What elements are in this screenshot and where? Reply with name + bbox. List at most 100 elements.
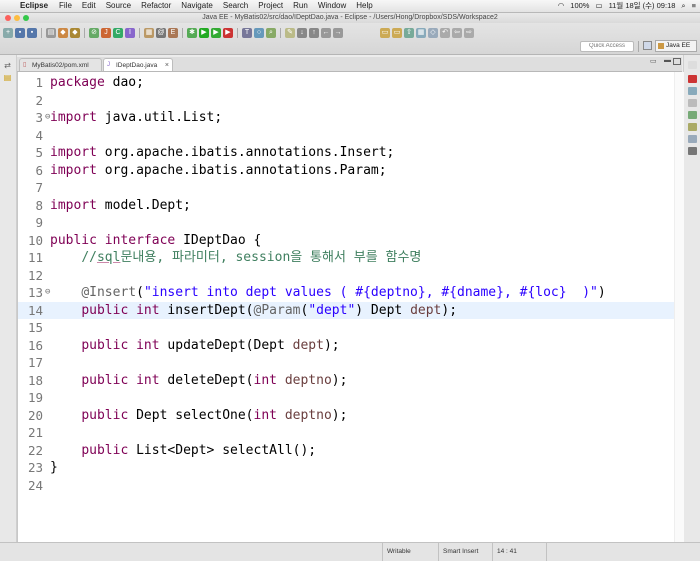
minimize-icon[interactable]: ▬ (664, 57, 671, 64)
snippets-icon[interactable] (688, 135, 697, 143)
server-icon[interactable]: ◆ (58, 27, 68, 38)
code-line[interactable]: 10 public interface IDeptDao { (18, 232, 684, 250)
menu-edit[interactable]: Edit (77, 0, 101, 12)
java-icon[interactable]: J (101, 27, 111, 38)
menu-run[interactable]: Run (288, 0, 313, 12)
code-line[interactable]: 23} (18, 459, 684, 477)
markers-icon[interactable] (688, 87, 697, 95)
quick-access-input[interactable] (580, 41, 634, 52)
maximize-icon[interactable] (673, 58, 681, 65)
code-line[interactable]: 14 public int insertDept(@Param("dept") … (18, 301, 684, 319)
last-edit-icon[interactable]: ↶ (440, 27, 450, 38)
forward-icon[interactable]: → (333, 27, 343, 38)
code-line[interactable]: 8 import model.Dept; (18, 197, 684, 215)
tab-pom-xml[interactable]: ▯ MyBatis02/pom.xml (19, 58, 102, 71)
open-folder-icon[interactable]: ▭ (380, 27, 390, 38)
data-source-icon[interactable] (688, 123, 697, 131)
servers-icon[interactable] (688, 111, 697, 119)
code-line[interactable]: 20 public Dept selectOne(int deptno); (18, 407, 684, 425)
perspective-java-ee-button[interactable]: Java EE (655, 40, 697, 52)
wifi-icon[interactable]: ◠ (558, 0, 565, 12)
overview-ruler[interactable] (674, 72, 684, 542)
code-line[interactable]: 3 ⊖ import java.util.List; (18, 109, 684, 127)
restore-icon[interactable] (688, 61, 697, 69)
interface-icon[interactable]: I (125, 27, 135, 38)
search-icon[interactable]: ⌕ (266, 27, 276, 38)
code-area[interactable]: 1 package dao; 2 3 ⊖ import java.util.List; 4 5… (18, 74, 684, 494)
code-line[interactable]: 6 import org.apache.ibatis.annotations.Pa… (18, 162, 684, 180)
grid-icon[interactable]: ▦ (416, 27, 426, 38)
menu-search[interactable]: Search (218, 0, 253, 12)
class-icon[interactable]: C (113, 27, 123, 38)
menu-refactor[interactable]: Refactor (136, 0, 176, 12)
external-tools-icon[interactable]: ▶ (223, 27, 233, 38)
menu-project[interactable]: Project (253, 0, 288, 12)
code-line[interactable]: 22 public List<Dept> selectAll(); (18, 442, 684, 460)
team-icon[interactable]: ◇ (428, 27, 438, 38)
tab-ideptdao-java[interactable]: J IDeptDao.java × (103, 58, 173, 71)
menu-list-icon[interactable]: ≡ (692, 0, 696, 12)
code-line[interactable]: 5 import org.apache.ibatis.annotations.In… (18, 144, 684, 162)
new-icon[interactable]: + (3, 27, 13, 38)
package-icon[interactable]: ▦ (144, 27, 154, 38)
code-line[interactable]: 4 (18, 127, 684, 145)
code-line[interactable]: 17 (18, 354, 684, 372)
code-line[interactable]: 19 (18, 389, 684, 407)
prev-annotation-icon[interactable]: ↑ (309, 27, 319, 38)
code-line[interactable]: 24 (18, 477, 684, 495)
code-line[interactable]: 13 ⊖ @Insert("insert into dept values ( #… (18, 284, 684, 302)
menu-help[interactable]: Help (351, 0, 377, 12)
code-line[interactable]: 16 public int updateDept(Dept dept); (18, 337, 684, 355)
history-back-icon[interactable]: ⇦ (452, 27, 462, 38)
open-type-icon[interactable]: T (242, 27, 252, 38)
search-icon[interactable]: ⌕ (681, 0, 685, 12)
minimize-window-button[interactable] (14, 15, 20, 21)
console-icon[interactable] (688, 147, 697, 155)
clock[interactable]: 11월 18일 (수) 09:18 (609, 0, 676, 12)
back-icon[interactable]: ← (321, 27, 331, 38)
code-line[interactable]: 12 (18, 267, 684, 285)
open-perspective-icon[interactable] (643, 41, 652, 50)
code-line[interactable]: 18 public int deleteDept(int deptno); (18, 372, 684, 390)
close-window-button[interactable] (5, 15, 11, 21)
restore-icon[interactable]: ⇄ (3, 61, 12, 70)
zoom-window-button[interactable] (23, 15, 29, 21)
menu-file[interactable]: File (54, 0, 77, 12)
save-icon[interactable]: ▪ (15, 27, 25, 38)
menu-navigate[interactable]: Navigate (176, 0, 218, 12)
print-icon[interactable]: ▤ (46, 27, 56, 38)
skip-breakpoints-icon[interactable]: ⊘ (89, 27, 99, 38)
view-menu-icon[interactable]: ▭ (650, 57, 657, 65)
project-explorer-icon[interactable]: ▤ (3, 73, 12, 82)
toggle-mark-icon[interactable]: ✎ (285, 27, 295, 38)
code-line[interactable]: 15 (18, 319, 684, 337)
battery-level[interactable]: 100% (570, 0, 589, 12)
code-line[interactable]: 2 (18, 92, 684, 110)
code-line[interactable]: 9 (18, 214, 684, 232)
open-task-icon[interactable]: ○ (254, 27, 264, 38)
menu-source[interactable]: Source (101, 0, 136, 12)
debug-icon[interactable]: ✱ (187, 27, 197, 38)
menu-window[interactable]: Window (313, 0, 351, 12)
database-icon[interactable]: ◆ (70, 27, 80, 38)
properties-icon[interactable] (688, 99, 697, 107)
history-forward-icon[interactable]: ⇨ (464, 27, 474, 38)
code-line[interactable]: 7 (18, 179, 684, 197)
open-project-icon[interactable]: ▭ (392, 27, 402, 38)
code-line[interactable]: 11 //sql문내용, 파라미터, session을 통해서 부를 함수명 (18, 249, 684, 267)
annotation-icon[interactable]: @ (156, 27, 166, 38)
code-token: IDeptDao { (175, 232, 262, 248)
code-line[interactable]: 1 package dao; (18, 74, 684, 92)
code-editor[interactable]: 1 package dao; 2 3 ⊖ import java.util.List; 4 5… (17, 72, 684, 542)
coverage-icon[interactable]: ▶ (211, 27, 221, 38)
save-all-icon[interactable]: ▪ (27, 27, 37, 38)
close-tab-icon[interactable]: × (165, 59, 169, 72)
next-annotation-icon[interactable]: ↓ (297, 27, 307, 38)
code-line[interactable]: 21 (18, 424, 684, 442)
menu-app-name[interactable]: Eclipse (18, 0, 54, 12)
export-icon[interactable]: ⇧ (404, 27, 414, 38)
run-icon[interactable]: ▶ (199, 27, 209, 38)
enum-icon[interactable]: E (168, 27, 178, 38)
outline-icon[interactable] (688, 75, 697, 83)
